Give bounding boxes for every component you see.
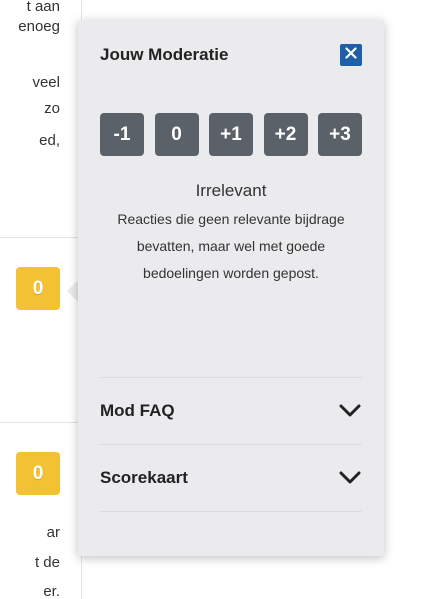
accordion-label: Scorekaart xyxy=(100,468,188,487)
comment-separator xyxy=(0,422,82,423)
close-icon xyxy=(345,46,357,64)
score-description: Irrelevant Reacties die geen relevante b… xyxy=(100,180,362,287)
accordion-label: Mod FAQ xyxy=(100,401,175,420)
chevron-down-icon xyxy=(338,470,362,486)
popover-accordion: Mod FAQ Scorekaart xyxy=(100,377,362,512)
article-text-fragment: er. xyxy=(43,583,60,599)
page: t aan enoeg veel zo ed, ar t de er. 0 0 … xyxy=(0,0,424,599)
article-text-fragment: ar xyxy=(46,524,60,541)
score-button-plus-1[interactable]: +1 xyxy=(209,113,253,156)
close-button[interactable] xyxy=(340,44,362,66)
article-text-fragment: veel xyxy=(32,74,60,91)
score-button-0[interactable]: 0 xyxy=(154,113,199,156)
score-description-title: Irrelevant xyxy=(195,181,267,200)
popover-header: Jouw Moderatie xyxy=(100,44,362,67)
article-text-fragment: t aan xyxy=(26,0,60,15)
accordion-divider xyxy=(100,511,362,512)
article-text-fragment: zo xyxy=(44,100,60,117)
comment-separator xyxy=(0,237,82,238)
accordion-mod-faq[interactable]: Mod FAQ xyxy=(100,378,362,444)
comment-score-badge[interactable]: 0 xyxy=(16,267,60,310)
article-text-fragment: t de xyxy=(34,554,60,571)
article-text-fragment: ed, xyxy=(39,132,60,149)
score-button-minus-1[interactable]: -1 xyxy=(100,113,144,156)
chevron-down-icon xyxy=(338,403,362,419)
comment-score-badge[interactable]: 0 xyxy=(16,452,60,495)
score-button-plus-2[interactable]: +2 xyxy=(263,113,308,156)
accordion-scorekaart[interactable]: Scorekaart xyxy=(100,445,362,511)
article-text-fragment: enoeg xyxy=(18,18,60,35)
moderation-popover: Jouw Moderatie -1 0 +1 +2 +3 Irrelevant … xyxy=(78,20,384,556)
score-options: -1 0 +1 +2 +3 xyxy=(100,113,362,156)
popover-title: Jouw Moderatie xyxy=(100,45,229,64)
score-description-body: Reacties die geen relevante bijdrage bev… xyxy=(117,211,345,281)
score-button-plus-3[interactable]: +3 xyxy=(318,113,362,156)
